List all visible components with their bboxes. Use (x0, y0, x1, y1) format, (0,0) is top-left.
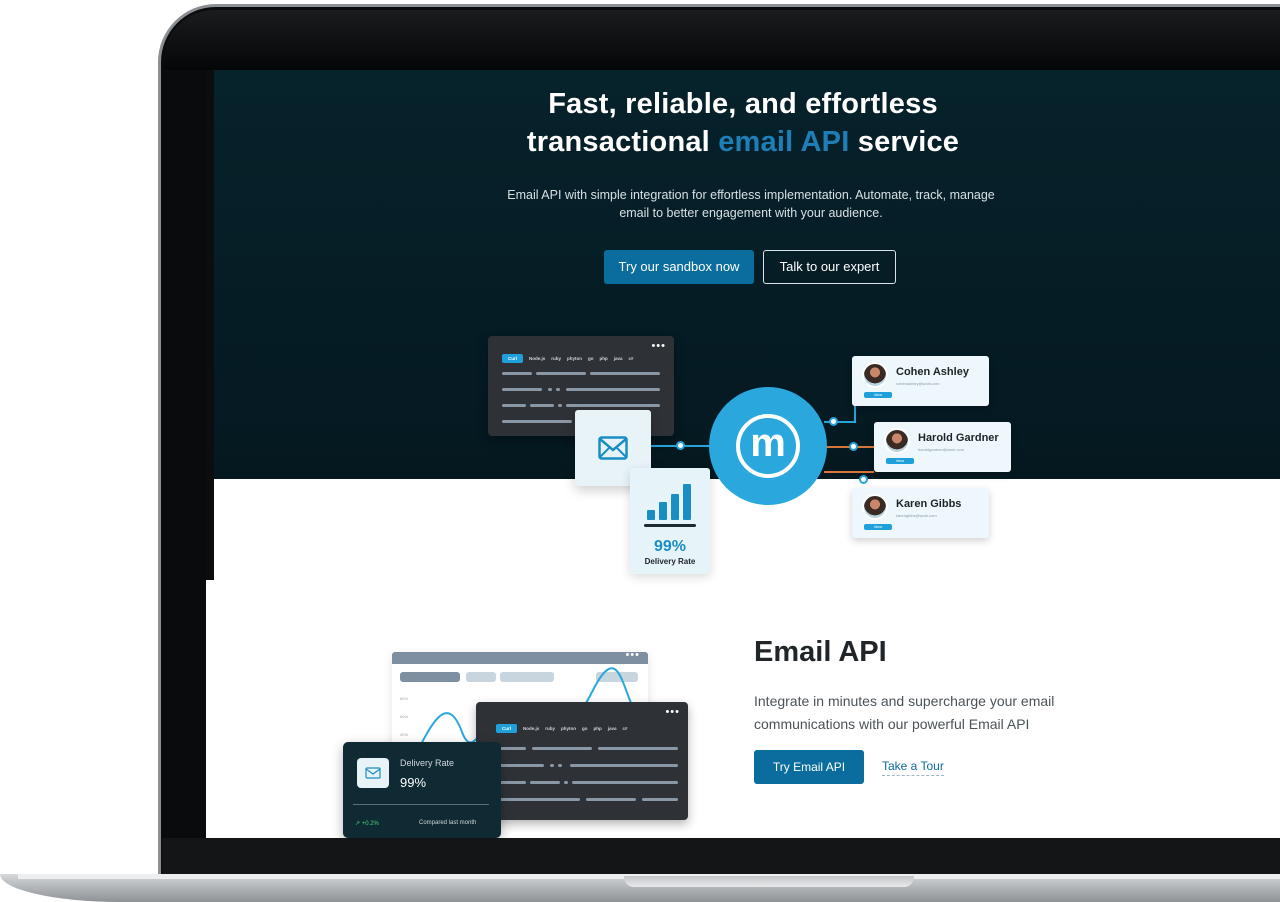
brand-logo: m (709, 387, 827, 505)
code-tab: Node.js (523, 726, 540, 731)
code-line (530, 404, 554, 407)
code-line (570, 764, 678, 767)
code-tab: ruby (551, 356, 562, 361)
recipient-name: Harold Gardner (918, 432, 999, 444)
code-line (558, 764, 562, 767)
code-tab: Curl (502, 354, 523, 363)
code-line (496, 764, 544, 767)
window-dots-icon: ••• (651, 340, 666, 352)
code-tab: c# (628, 356, 634, 361)
code-line (532, 747, 592, 750)
recipient-email: cohenashley@work.com (896, 381, 940, 386)
delivery-rate-widget: Delivery Rate 99% ↗ +0.2% Compared last … (343, 742, 501, 838)
code-line (564, 781, 568, 784)
code-line (530, 781, 560, 784)
code-tab: Curl (496, 724, 517, 733)
recipient-tag: Inbox (864, 524, 892, 530)
code-line (502, 404, 526, 407)
code-tab: php (599, 356, 608, 361)
trend-indicator: ↗ +0.2% (355, 820, 379, 827)
divider (644, 524, 696, 527)
code-line (566, 388, 660, 391)
delivery-rate-label: Delivery Rate (644, 557, 696, 566)
hero-title-accent: email API (718, 126, 850, 158)
code-tab: phyton (561, 726, 577, 731)
recipient-card: Harold Gardner haroldgardner@work.com In… (874, 422, 1011, 472)
screen-edge (206, 70, 214, 580)
recipient-card: Karen Gibbs karengibbs@work.com Inbox (852, 488, 989, 538)
code-tab: java (607, 726, 617, 731)
bar-chart-icon (647, 484, 691, 520)
code-line (502, 388, 542, 391)
talk-to-expert-button[interactable]: Talk to our expert (763, 250, 896, 284)
connector-node (676, 441, 685, 450)
recipient-email: haroldgardner@work.com (918, 447, 965, 452)
try-email-api-button[interactable]: Try Email API (754, 750, 864, 784)
recipient-tag: Inbox (864, 392, 892, 398)
take-a-tour-link[interactable]: Take a Tour (882, 759, 944, 776)
hero-subtitle: Email API with simple integration for ef… (507, 188, 995, 220)
code-line (556, 388, 560, 391)
code-line (548, 388, 552, 391)
code-tab: php (593, 726, 602, 731)
code-line (496, 798, 580, 801)
code-line (598, 747, 678, 750)
recipient-card: Cohen Ashley cohenashley@work.com Inbox (852, 356, 989, 406)
code-line (550, 764, 554, 767)
hero-title-line2: transactional email API service (206, 126, 1280, 159)
screen-bottom-bezel (162, 838, 1280, 874)
code-tab: ruby (545, 726, 556, 731)
code-line (536, 372, 586, 375)
email-api-description: Integrate in minutes and supercharge you… (754, 693, 1055, 732)
hero-title-line1: Fast, reliable, and effortless (548, 88, 938, 120)
code-line (566, 404, 660, 407)
code-tab: go (588, 356, 594, 361)
hero-title-text-end: service (849, 126, 960, 158)
window-dots-icon: ••• (665, 706, 680, 718)
try-sandbox-button[interactable]: Try our sandbox now (604, 250, 754, 284)
envelope-icon (598, 436, 628, 460)
code-tab: go (582, 726, 588, 731)
bezel-top (164, 10, 1280, 70)
email-api-title: Email API (754, 636, 887, 668)
code-language-tabs: Curl Node.js ruby phyton go php java c# (496, 724, 628, 733)
code-line (572, 781, 678, 784)
brand-logo-letter: m (736, 414, 800, 478)
delivery-rate-card: 99% Delivery Rate (630, 468, 710, 574)
divider (353, 804, 489, 805)
laptop-screen: Fast, reliable, and effortless transacti… (206, 70, 1280, 838)
code-line (502, 420, 572, 423)
avatar (884, 428, 910, 454)
code-line (642, 798, 678, 801)
recipient-name: Karen Gibbs (896, 498, 962, 510)
avatar (862, 362, 888, 388)
laptop-notch (624, 876, 914, 887)
code-language-tabs: Curl Node.js ruby phyton go php java c# (502, 354, 634, 363)
recipient-tag: Inbox (886, 458, 914, 464)
recipient-name: Cohen Ashley (896, 366, 969, 378)
trend-value: +0.2% (361, 821, 379, 827)
code-line (502, 372, 532, 375)
delivery-rate-value: 99% (653, 538, 687, 555)
envelope-icon (357, 758, 389, 788)
code-tab: java (613, 356, 623, 361)
delivery-rate-title: Delivery Rate (400, 758, 455, 768)
compare-label: Compared last month (419, 820, 477, 826)
code-tab: Node.js (529, 356, 546, 361)
code-tab: c# (622, 726, 628, 731)
trend-up-icon: ↗ (355, 821, 362, 827)
delivery-rate-value: 99% (400, 775, 427, 790)
code-line (558, 404, 562, 407)
connector-node (859, 475, 868, 484)
hero-title-text: transactional (526, 126, 719, 158)
avatar (862, 494, 888, 520)
connector-line (824, 471, 874, 473)
connector-node (829, 417, 838, 426)
code-tab: phyton (567, 356, 583, 361)
code-line (590, 372, 660, 375)
recipient-email: karengibbs@work.com (896, 513, 937, 518)
code-line (586, 798, 636, 801)
connector-node (849, 442, 858, 451)
code-snippet-window: ••• Curl Node.js ruby phyton go php java… (476, 702, 688, 820)
